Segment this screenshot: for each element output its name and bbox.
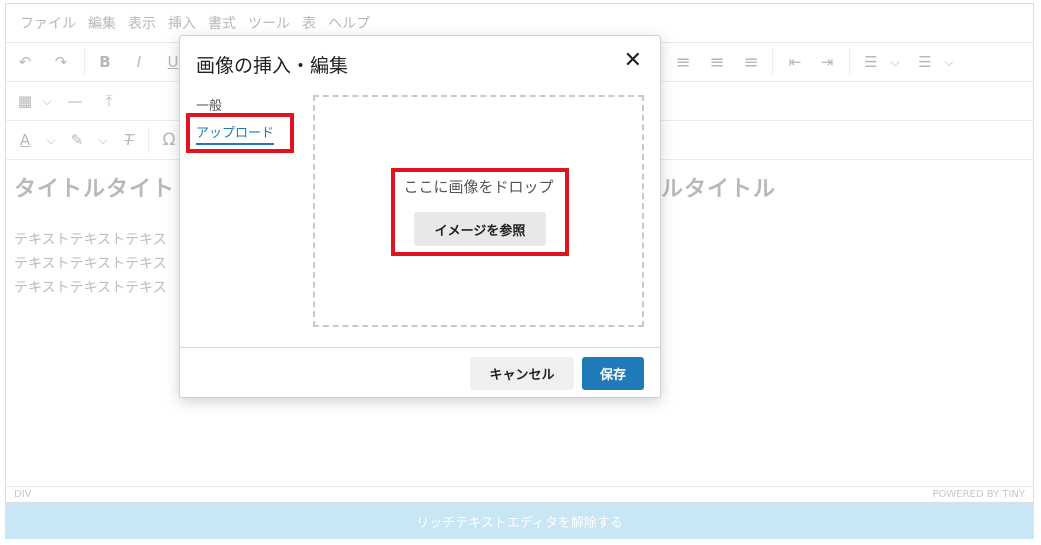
dialog-title: 画像の挿入・編集 bbox=[196, 55, 349, 77]
menu-tools[interactable]: ツール bbox=[248, 13, 290, 33]
dialog-footer: キャンセル 保存 bbox=[180, 347, 660, 400]
menu-table[interactable]: 表 bbox=[302, 13, 316, 33]
content-title-left: タイトルタイト bbox=[14, 177, 176, 202]
insert-image-dialog: 画像の挿入・編集 ✕ 一般 アップロード ここに画像をドロップ イメージを参照 … bbox=[179, 35, 661, 398]
image-dropzone[interactable]: ここに画像をドロップ イメージを参照 bbox=[313, 95, 644, 327]
bold-icon[interactable]: B bbox=[92, 43, 118, 81]
powered-by[interactable]: POWERED BY TINY bbox=[933, 489, 1026, 500]
menu-insert[interactable]: 挿入 bbox=[168, 13, 196, 33]
content-paragraph: テキストテキストテキス テキストテキストテキス テキストテキストテキス bbox=[14, 228, 167, 300]
menu-help[interactable]: ヘルプ bbox=[328, 13, 370, 33]
paragraph-line: テキストテキストテキス bbox=[14, 256, 167, 272]
toolbar-divider bbox=[772, 49, 773, 75]
clear-format-icon[interactable]: T bbox=[116, 121, 142, 159]
close-icon[interactable]: ✕ bbox=[624, 48, 642, 73]
undo-icon[interactable]: ↶ bbox=[12, 43, 38, 81]
element-path[interactable]: DIV bbox=[14, 489, 32, 500]
chevron-down-icon[interactable]: ⌵ bbox=[936, 43, 962, 81]
chevron-down-icon[interactable]: ⌵ bbox=[34, 82, 60, 120]
menu-format[interactable]: 書式 bbox=[208, 13, 236, 33]
horizontal-rule-icon[interactable]: — bbox=[62, 82, 88, 120]
italic-icon[interactable]: I bbox=[126, 43, 152, 81]
menu-view[interactable]: 表示 bbox=[128, 13, 156, 33]
upload-icon[interactable]: ⤒ bbox=[96, 82, 122, 120]
disable-rich-text-label: リッチテキストエディタを解除する bbox=[416, 515, 623, 531]
save-button[interactable]: 保存 bbox=[582, 357, 644, 390]
disable-rich-text-button[interactable]: リッチテキストエディタを解除する bbox=[5, 503, 1034, 539]
indent-icon[interactable]: ⇥ bbox=[814, 43, 840, 81]
chevron-down-icon[interactable]: ⌵ bbox=[38, 121, 64, 159]
content-title: タイトルタイト bbox=[14, 171, 175, 203]
tab-general[interactable]: 一般 bbox=[196, 95, 222, 114]
upload-tab-highlight bbox=[186, 113, 294, 153]
menu-file[interactable]: ファイル bbox=[20, 13, 76, 33]
toolbar-divider bbox=[148, 127, 149, 153]
statusbar: DIV POWERED BY TINY bbox=[6, 486, 1033, 502]
align-right-icon[interactable]: ≡ bbox=[704, 43, 730, 81]
redo-icon[interactable]: ↷ bbox=[48, 43, 74, 81]
highlight-icon[interactable]: ✎ bbox=[64, 121, 90, 159]
paragraph-line: テキストテキストテキス bbox=[14, 280, 167, 296]
cancel-button[interactable]: キャンセル bbox=[470, 357, 574, 390]
bullet-list-icon[interactable]: ☰ bbox=[912, 43, 938, 81]
content-title-right-wrap: ルタイトル bbox=[661, 171, 776, 203]
dropzone-highlight bbox=[391, 168, 569, 256]
menu-edit[interactable]: 編集 bbox=[88, 13, 116, 33]
numbered-list-icon[interactable]: ☰ bbox=[858, 43, 884, 81]
chevron-down-icon[interactable]: ⌵ bbox=[90, 121, 116, 159]
chevron-down-icon[interactable]: ⌵ bbox=[882, 43, 908, 81]
paragraph-line: テキストテキストテキス bbox=[14, 232, 167, 248]
align-justify-icon[interactable]: ≡ bbox=[738, 43, 764, 81]
toolbar-divider bbox=[84, 49, 85, 75]
outdent-icon[interactable]: ⇤ bbox=[782, 43, 808, 81]
align-center-icon[interactable]: ≡ bbox=[670, 43, 696, 81]
content-title-right: ルタイトル bbox=[661, 177, 777, 202]
text-color-icon[interactable]: A bbox=[12, 121, 38, 159]
toolbar-divider bbox=[849, 49, 850, 75]
